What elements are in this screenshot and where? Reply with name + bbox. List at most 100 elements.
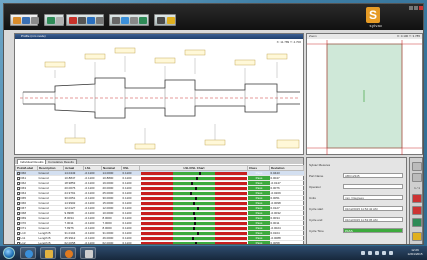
dimension-label[interactable] [134, 143, 156, 150]
navigation-group[interactable] [154, 14, 176, 26]
results-table: Point/Label Description Actual LSL Nomin… [15, 165, 304, 244]
point-label-text: D63 [20, 186, 27, 190]
row-checkbox[interactable] [16, 221, 20, 225]
maximize-icon[interactable] [414, 6, 418, 10]
tolerance-zone-ok [172, 196, 216, 200]
arrows-icon [157, 17, 165, 24]
taskbar-app-explorer[interactable] [40, 247, 56, 259]
profile-drawing-panel[interactable]: Profile (mm mode) X: 11.789 Y: 4.700 [14, 33, 304, 155]
part-name-field[interactable]: ABC12345 [343, 173, 403, 178]
measurement-marker [190, 181, 193, 185]
row-checkbox[interactable] [16, 216, 20, 220]
row-checkbox[interactable] [16, 186, 20, 190]
point-label-text: D64 [20, 191, 27, 195]
tolerance-zone-out [215, 241, 248, 244]
dimension-label[interactable] [154, 57, 176, 64]
dimension-label[interactable] [266, 53, 288, 60]
info-label: Operator [309, 185, 321, 189]
taskbar-app-ie[interactable] [20, 247, 36, 259]
tolerance-zone-out [140, 231, 173, 235]
tolerance-zone-out [140, 196, 173, 200]
row-checkbox[interactable] [16, 226, 20, 230]
dimension-label[interactable] [114, 47, 136, 54]
dimension-label[interactable] [44, 61, 66, 68]
info-row-operator: Operator [309, 184, 406, 190]
zoom-canvas[interactable] [307, 40, 422, 155]
cell-usl: 0.1100 [121, 240, 140, 244]
row-checkbox[interactable] [16, 211, 20, 215]
zoom-view-panel[interactable]: Zoom X: 0.100 Y: 3.785 [306, 33, 423, 155]
stats-icon [121, 17, 129, 24]
tolerance-bar [140, 186, 248, 190]
info-label: Cycle Time [309, 229, 324, 233]
close-icon[interactable] [419, 6, 423, 10]
start-button[interactable] [3, 247, 15, 259]
dimension-label[interactable] [184, 49, 206, 56]
stop-button[interactable] [412, 194, 422, 203]
tolerance-zone-out [140, 226, 173, 230]
grid-icon [112, 17, 120, 24]
dimension-label[interactable] [84, 53, 106, 60]
volume-icon[interactable] [375, 251, 379, 255]
point-label-text: D65 [20, 196, 27, 200]
dimension-label[interactable] [204, 139, 226, 146]
taskbar-app-sylvac[interactable] [80, 247, 96, 259]
network-icon[interactable] [368, 251, 372, 255]
operator-field[interactable] [343, 184, 403, 189]
status-badge: PASS [343, 228, 403, 233]
row-checkbox[interactable] [16, 201, 20, 205]
cell-nominal: 62.0000 [101, 240, 122, 244]
row-checkbox[interactable] [16, 171, 20, 175]
clock[interactable]: 12:26 12/01/2015 [406, 248, 424, 256]
battery-icon[interactable] [389, 251, 393, 255]
minimize-icon[interactable] [409, 6, 413, 10]
window-controls [409, 6, 423, 10]
row-checkbox[interactable] [16, 241, 20, 244]
results-body: D60 Ground 14.0443 -0.1100 14.0000 0.1100 Pass… [15, 170, 304, 244]
row-checkbox[interactable] [16, 181, 20, 185]
file-button-group[interactable] [10, 14, 39, 26]
tolerance-bar [140, 191, 248, 195]
tolerance-zone-out [140, 211, 173, 215]
row-checkbox[interactable] [16, 196, 20, 200]
print-button[interactable] [412, 232, 422, 241]
tray-up-icon[interactable] [361, 251, 365, 255]
tolerance-zone-out [215, 196, 248, 200]
taskbar-app-media[interactable] [60, 247, 76, 259]
tolerance-zone-out [140, 216, 173, 220]
flag-icon[interactable] [382, 251, 386, 255]
cell-actual: 62.0058 [63, 240, 84, 244]
tolerance-zone-out [215, 176, 248, 180]
dimension-label[interactable] [64, 137, 86, 144]
measure-group[interactable] [66, 14, 104, 26]
row-checkbox[interactable] [16, 191, 20, 195]
ok-button[interactable] [412, 218, 422, 227]
point-label-text: L11 [20, 236, 26, 240]
analysis-group[interactable] [109, 14, 149, 26]
table-row[interactable]: L12 Length B 62.0058 -0.1100 62.0000 0.1100 Pa… [15, 240, 304, 244]
mode-button[interactable] [412, 162, 422, 171]
tolerance-box[interactable] [276, 139, 300, 149]
home-button[interactable] [44, 14, 64, 26]
info-label: Units [309, 196, 316, 200]
row-checkbox[interactable] [16, 206, 20, 210]
tab-individual-results[interactable]: Individual Results [17, 159, 47, 164]
tab-cumulative-results[interactable]: Cumulative Results [45, 159, 77, 164]
units-field[interactable]: mm / Degrees [343, 195, 403, 200]
tolerance-zone-ok [172, 181, 216, 185]
profile-drawing[interactable] [15, 40, 303, 155]
table-icon [130, 17, 138, 24]
reset-button[interactable] [412, 206, 422, 215]
point-label-text: D68 [20, 211, 27, 215]
measurement-marker [191, 236, 194, 240]
layout-button[interactable] [412, 173, 422, 182]
tolerance-zone-out [140, 241, 173, 244]
gauge-icon [22, 17, 30, 24]
row-checkbox[interactable] [16, 176, 20, 180]
row-checkbox[interactable] [16, 236, 20, 240]
dimension-label[interactable] [234, 59, 256, 66]
tolerance-zone-out [215, 206, 248, 210]
row-checkbox[interactable] [16, 231, 20, 235]
tolerance-zone-out [215, 186, 248, 190]
taskbar: 12:26 12/01/2015 [0, 246, 427, 260]
